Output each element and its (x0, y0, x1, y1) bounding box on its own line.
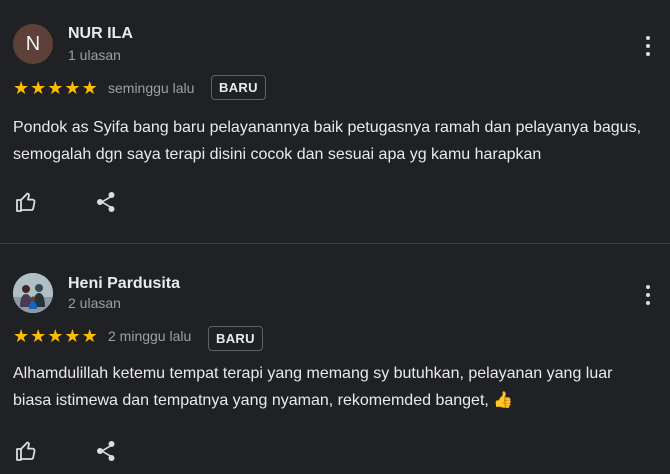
reviewer-name[interactable]: Heni Pardusita (68, 275, 180, 293)
star-icon: ★ (64, 78, 81, 98)
star-icon: ★ (30, 326, 47, 346)
avatar[interactable] (13, 273, 53, 313)
more-vertical-icon[interactable] (638, 34, 658, 58)
star-rating: ★ ★ ★ ★ ★ (13, 79, 98, 97)
thumbs-up-icon[interactable] (12, 188, 40, 216)
star-icon: ★ (47, 78, 64, 98)
avatar[interactable]: N (13, 24, 53, 64)
review-card: N NUR ILA 1 ulasan ★ ★ ★ ★ ★ seminggu la… (0, 0, 670, 243)
star-icon: ★ (81, 78, 98, 98)
review-text: Pondok as Syifa bang baru pelayanannya b… (13, 119, 642, 163)
star-icon: ★ (13, 78, 30, 98)
star-rating: ★ ★ ★ ★ ★ (13, 327, 98, 345)
share-icon[interactable] (92, 188, 120, 216)
star-icon: ★ (81, 326, 98, 346)
star-icon: ★ (64, 326, 81, 346)
new-badge: BARU (211, 75, 266, 100)
star-icon: ★ (13, 326, 30, 346)
star-icon: ★ (30, 78, 47, 98)
share-icon[interactable] (92, 437, 120, 465)
star-icon: ★ (47, 326, 64, 346)
reviewer-review-count: 1 ulasan (68, 47, 121, 63)
review-time: 2 minggu lalu (108, 328, 192, 344)
review-card: Heni Pardusita 2 ulasan ★ ★ ★ ★ ★ 2 ming… (0, 244, 670, 474)
thumbs-up-icon[interactable] (12, 437, 40, 465)
review-time: seminggu lalu (108, 80, 195, 96)
reviewer-review-count: 2 ulasan (68, 295, 121, 311)
new-badge: BARU (208, 326, 263, 351)
review-text: Alhamdulillah ketemu tempat terapi yang … (13, 365, 613, 409)
more-vertical-icon[interactable] (638, 283, 658, 307)
reviewer-name[interactable]: NUR ILA (68, 25, 133, 43)
